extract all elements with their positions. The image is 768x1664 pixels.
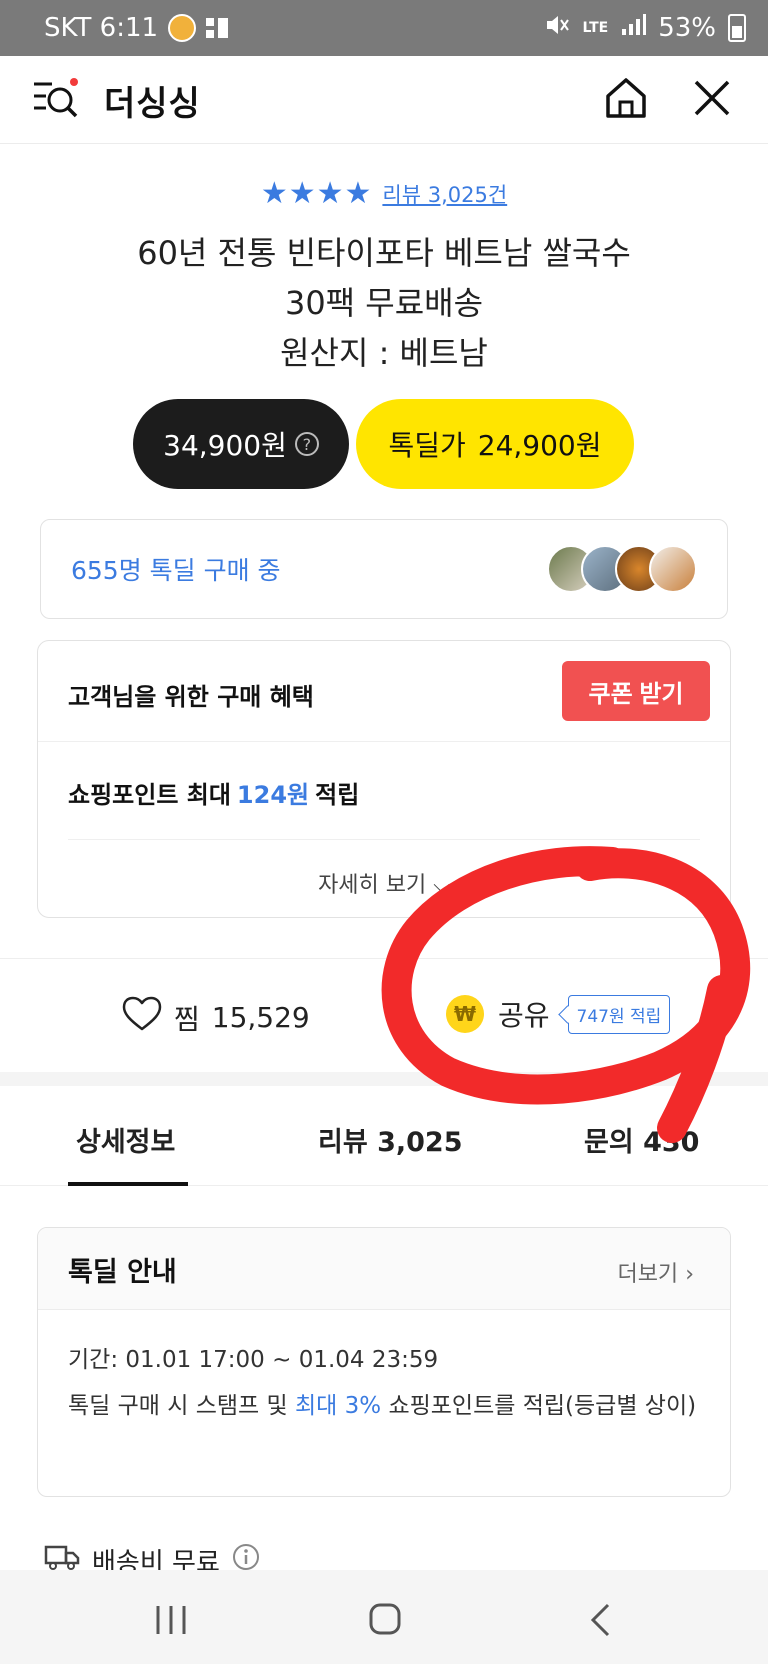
like-button[interactable]: 찜 15,529 [122, 996, 310, 1039]
share-label: 공유 [498, 999, 550, 1032]
won-coin-icon: ₩ [446, 995, 484, 1033]
see-details-link[interactable]: 자세히 보기 ⌵ [38, 867, 730, 899]
desc-highlight: 최대 3% [295, 1393, 382, 1419]
get-coupon-button[interactable]: 쿠폰 받기 [562, 661, 710, 721]
battery-icon [728, 14, 746, 42]
points-suffix: 적립 [315, 781, 360, 809]
benefit-heading: 고객님을 위한 구매 혜택 [68, 683, 314, 711]
tab-inquiries[interactable]: 문의 430 [584, 1120, 699, 1159]
review-count-link[interactable]: 리뷰 3,025건 [382, 179, 507, 209]
deal-description: 톡딜 구매 시 스탬프 및 최대 3% 쇼핑포인트를 적립(등급별 상이) [68, 1386, 708, 1426]
rating-stars: ★★★★ [260, 176, 373, 211]
home-icon[interactable] [604, 76, 648, 124]
deal-price-pill[interactable]: 톡딜가 24,900원 [356, 399, 634, 489]
gallery-notification-icon [206, 18, 229, 38]
points-value: 124원 [236, 781, 310, 809]
shopping-points-row: 쇼핑포인트 최대 124원 적립 [68, 775, 359, 810]
avatar [649, 545, 697, 593]
regular-price-pill[interactable]: 34,900원 ? [133, 399, 349, 489]
active-tab-indicator [68, 1182, 188, 1186]
divider [68, 839, 700, 840]
top-header: 더싱싱 [0, 56, 768, 144]
divider [38, 741, 730, 742]
purchase-benefit-box: 고객님을 위한 구매 혜택 쿠폰 받기 쇼핑포인트 최대 124원 적립 자세히 보… [37, 640, 731, 918]
tab-details[interactable]: 상세정보 [76, 1120, 175, 1159]
regular-price: 34,900원 [163, 429, 287, 462]
product-title-line: 30팩 무료배송 [284, 284, 484, 322]
status-carrier-time: SKT 6:11 [44, 13, 159, 43]
like-label: 찜 [174, 1002, 200, 1036]
battery-percent: 53% [658, 13, 716, 43]
network-type: LTE [582, 20, 609, 36]
tab-reviews[interactable]: 리뷰 3,025 [318, 1120, 462, 1159]
points-prefix: 쇼핑포인트 최대 [68, 781, 231, 809]
rating-row: ★★★★ 리뷰 3,025건 [0, 176, 768, 211]
more-link[interactable]: 더보기 › [617, 1256, 694, 1288]
deal-info-title: 톡딜 안내 [68, 1257, 177, 1288]
recent-apps-icon[interactable] [154, 1604, 188, 1640]
product-origin: 원산지 : 베트남 [280, 334, 488, 372]
help-icon[interactable]: ? [294, 432, 319, 456]
product-title: 60년 전통 빈타이포타 베트남 쌀국수 30팩 무료배송 원산지 : 베트남 [0, 228, 768, 378]
home-button-icon[interactable] [368, 1602, 402, 1640]
deal-info-header: 톡딜 안내 더보기 › [38, 1228, 730, 1310]
more-label: 더보기 [617, 1262, 679, 1287]
signal-icon [620, 13, 647, 44]
heart-icon [122, 996, 162, 1039]
share-button[interactable]: ₩ 공유 747원 적립 [446, 994, 671, 1034]
app-notification-icon [168, 14, 197, 42]
close-icon[interactable] [692, 78, 732, 122]
status-bar: SKT 6:11 LTE 53% [0, 0, 768, 56]
buyer-avatars [547, 545, 697, 593]
menu-search-icon[interactable] [32, 78, 80, 126]
desc-suffix: 쇼핑포인트를 적립(등급별 상이) [388, 1393, 697, 1419]
divider [0, 958, 768, 959]
chevron-right-icon: › [685, 1262, 694, 1287]
brand-title[interactable]: 더싱싱 [104, 76, 201, 125]
mute-icon [544, 12, 570, 45]
desc-prefix: 톡딜 구매 시 스탬프 및 [68, 1393, 288, 1419]
share-earn-badge: 747원 적립 [567, 994, 671, 1034]
deal-period: 기간: 01.01 17:00 ~ 01.04 23:59 [68, 1347, 439, 1373]
deal-info-box: 톡딜 안내 더보기 › 기간: 01.01 17:00 ~ 01.04 23:5… [37, 1227, 731, 1497]
deal-price-label: 톡딜가 [388, 429, 466, 462]
tab-bar: 상세정보 리뷰 3,025 문의 430 [0, 1086, 768, 1186]
product-title-line: 60년 전통 빈타이포타 베트남 쌀국수 [137, 234, 631, 272]
deal-price: 24,900원 [477, 429, 602, 462]
like-count: 15,529 [211, 1001, 310, 1034]
back-icon[interactable] [588, 1602, 612, 1642]
buyers-count-text: 655명 톡딜 구매 중 [71, 556, 281, 585]
system-nav-bar [0, 1570, 768, 1664]
section-separator [0, 1072, 768, 1086]
buyers-box[interactable]: 655명 톡딜 구매 중 [40, 519, 728, 619]
